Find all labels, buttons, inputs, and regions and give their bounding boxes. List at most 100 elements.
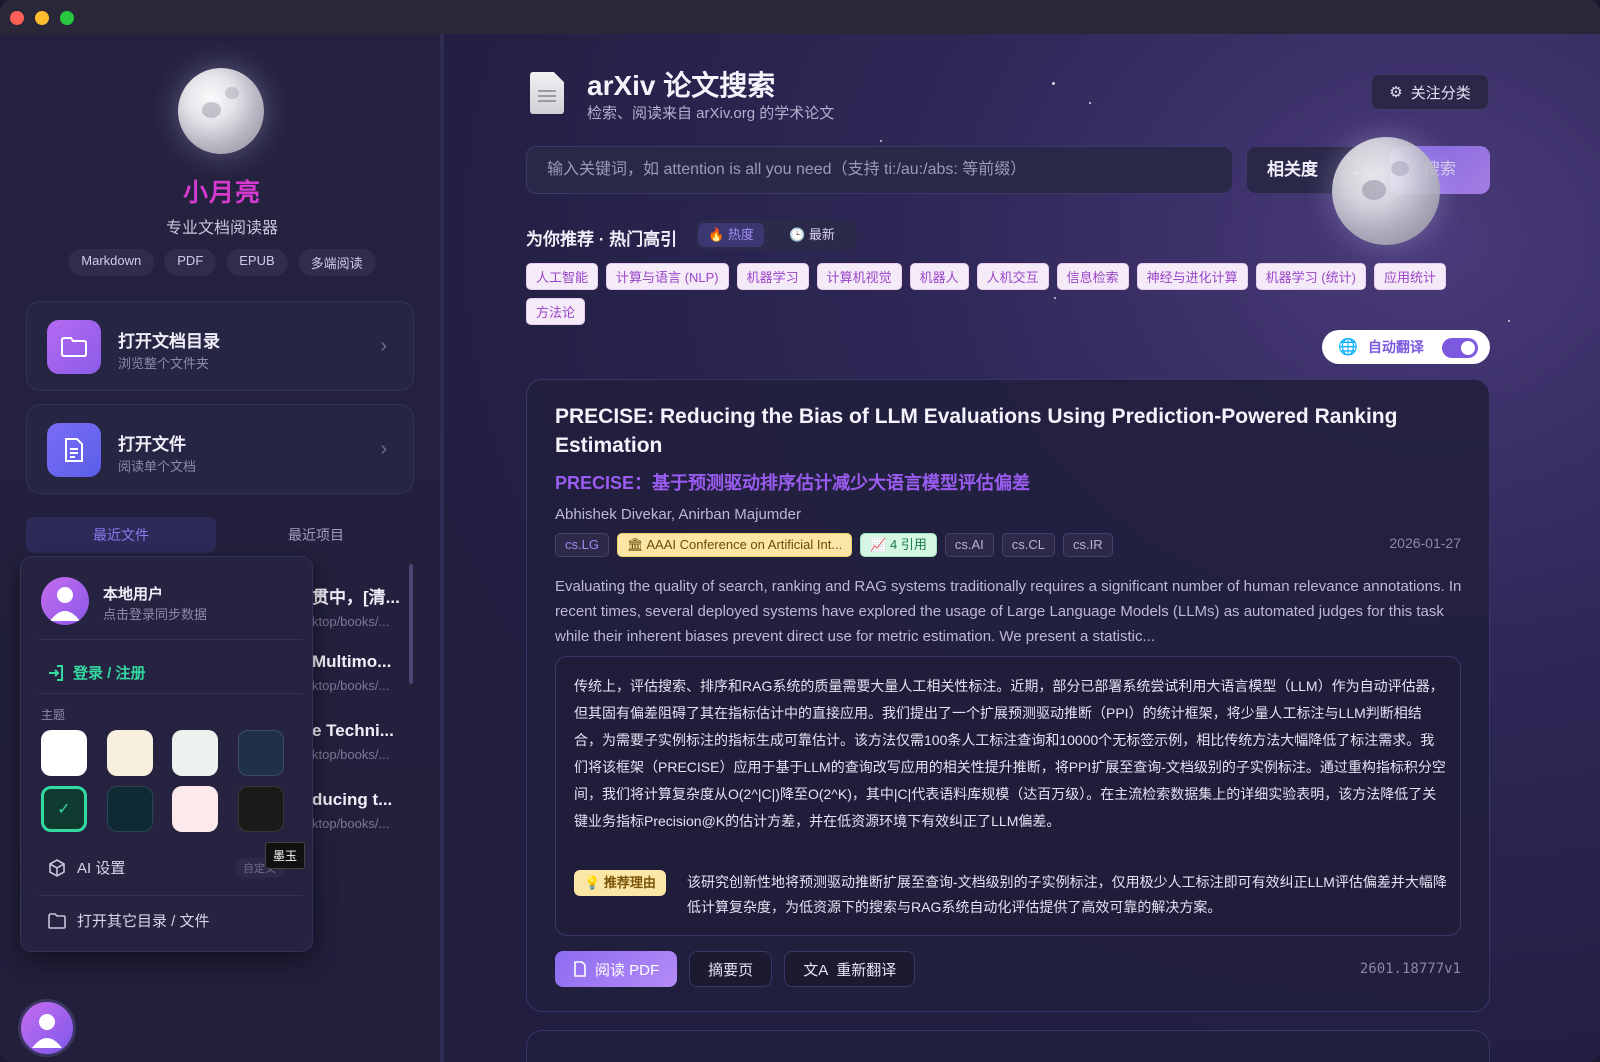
category-tag[interactable]: 机器学习 bbox=[736, 263, 809, 290]
tab-recent-files[interactable]: 最近文件 bbox=[26, 517, 216, 553]
venue-label: AAAI Conference on Artificial Int... bbox=[646, 537, 843, 552]
read-pdf-button[interactable]: 阅读 PDF bbox=[555, 951, 678, 987]
read-pdf-label: 阅读 PDF bbox=[595, 961, 660, 979]
theme-swatch[interactable] bbox=[238, 730, 284, 776]
paper-title[interactable]: PRECISE: Reducing the Bias of LLM Evalua… bbox=[555, 402, 1455, 460]
category-tag[interactable]: 方法论 bbox=[526, 298, 586, 325]
theme-tooltip: 墨玉 bbox=[265, 842, 306, 869]
theme-swatch-selected[interactable]: ✓ bbox=[41, 786, 87, 832]
recent-file-item[interactable]: e Techni... ktop/books/... bbox=[312, 721, 412, 762]
abstract-page-label: 摘要页 bbox=[708, 961, 754, 979]
close-window-button[interactable] bbox=[10, 11, 24, 25]
recent-file-path: ktop/books/... bbox=[312, 816, 390, 831]
ai-settings-label: AI 设置 bbox=[77, 860, 126, 877]
star bbox=[1508, 320, 1510, 322]
gear-icon: ⚙ bbox=[1389, 84, 1403, 101]
toggle-switch[interactable] bbox=[1442, 338, 1478, 358]
follow-categories-label: 关注分类 bbox=[1410, 84, 1471, 102]
paper-abstract: Evaluating the quality of search, rankin… bbox=[555, 578, 1462, 645]
open-file-title: 打开文件 bbox=[118, 435, 186, 454]
user-menu-popup: 本地用户 点击登录同步数据 登录 / 注册 主题 ✓ AI 设置 自定义 打开其… bbox=[20, 556, 313, 952]
folder-icon bbox=[47, 320, 101, 374]
category-tag[interactable]: 计算与语言 (NLP) bbox=[606, 263, 729, 290]
category-tag[interactable]: 计算机视觉 bbox=[816, 263, 902, 290]
auto-translate-toggle[interactable]: 🌐 自动翻译 bbox=[1322, 330, 1490, 364]
recent-file-title: ducing t... bbox=[312, 790, 393, 809]
username: 本地用户 bbox=[103, 586, 164, 603]
category-tags: 人工智能 计算与语言 (NLP) 机器学习 计算机视觉 机器人 人机交互 信息检… bbox=[526, 263, 1486, 325]
theme-swatch[interactable] bbox=[41, 730, 87, 776]
citation-label: 4 引用 bbox=[890, 537, 927, 552]
login-button[interactable]: 登录 / 注册 bbox=[47, 662, 146, 683]
open-directory-card[interactable]: 打开文档目录 浏览整个文件夹 › bbox=[26, 301, 414, 391]
category-tag[interactable]: 人机交互 bbox=[976, 263, 1049, 290]
recommend-title: 为你推荐 · 热门高引 bbox=[526, 230, 678, 249]
ai-settings-button[interactable]: AI 设置 bbox=[47, 857, 125, 878]
open-other-button[interactable]: 打开其它目录 / 文件 bbox=[47, 910, 210, 931]
retranslate-button[interactable]: 文A 重新翻译 bbox=[784, 951, 916, 987]
paper-card: PRECISE: Reducing the Bias of LLM Evalua… bbox=[526, 379, 1490, 1012]
brand-name: 小月亮 bbox=[182, 179, 261, 207]
theme-swatch[interactable] bbox=[172, 730, 218, 776]
theme-swatch[interactable] bbox=[238, 786, 284, 832]
open-file-subtitle: 阅读单个文档 bbox=[118, 459, 197, 474]
cube-icon bbox=[49, 858, 65, 877]
moon-decoration bbox=[1332, 137, 1440, 245]
toggle-new[interactable]: 🕒 最新 bbox=[779, 223, 845, 247]
category-tag[interactable]: 人工智能 bbox=[526, 263, 599, 290]
category-tag[interactable]: 神经与进化计算 bbox=[1136, 263, 1248, 290]
category-tag[interactable]: 机器学习 (统计) bbox=[1255, 263, 1366, 290]
recent-file-title: e Techni... bbox=[312, 721, 394, 740]
toggle-new-label: 最新 bbox=[808, 227, 835, 242]
recent-file-title: Multimo... bbox=[312, 652, 392, 671]
category-tag[interactable]: 应用统计 bbox=[1373, 263, 1446, 290]
title-bar bbox=[0, 0, 1600, 34]
format-badge: EPUB bbox=[226, 249, 288, 276]
recent-file-item[interactable]: ducing t... ktop/books/... bbox=[312, 790, 412, 831]
toggle-hot[interactable]: 🔥 热度 bbox=[698, 223, 764, 247]
moon-logo bbox=[178, 68, 264, 154]
recent-tabs: 最近文件 最近项目 bbox=[26, 517, 414, 553]
category-tag[interactable]: 信息检索 bbox=[1056, 263, 1129, 290]
primary-category-badge: cs.LG bbox=[555, 533, 609, 557]
recent-file-path: ktop/books/... bbox=[312, 747, 390, 762]
recent-file-title: 贯中，[清... bbox=[312, 588, 400, 607]
star bbox=[1089, 102, 1091, 104]
account-avatar-button[interactable] bbox=[18, 999, 76, 1057]
theme-swatch[interactable] bbox=[172, 786, 218, 832]
recent-list-scrollbar[interactable] bbox=[409, 564, 413, 684]
star bbox=[1052, 82, 1055, 85]
open-file-card[interactable]: 打开文件 阅读单个文档 › bbox=[26, 404, 414, 494]
zoom-window-button[interactable] bbox=[60, 11, 74, 25]
format-badge: PDF bbox=[164, 249, 217, 276]
recent-file-path: ktop/books/... bbox=[312, 678, 390, 693]
tab-recent-projects[interactable]: 最近项目 bbox=[221, 517, 411, 553]
recent-file-item[interactable]: 贯中，[清... ktop/books/... bbox=[312, 583, 412, 629]
category-tag[interactable]: 机器人 bbox=[909, 263, 969, 290]
divider bbox=[39, 895, 303, 896]
open-other-label: 打开其它目录 / 文件 bbox=[77, 913, 210, 930]
paper-authors: Abhishek Divekar, Anirban Majumder bbox=[555, 506, 801, 523]
chevron-right-icon: › bbox=[380, 335, 387, 357]
search-input[interactable]: 输入关键词，如 attention is all you need（支持 ti:… bbox=[526, 146, 1233, 194]
app-window: 小月亮 专业文档阅读器 Markdown PDF EPUB 多端阅读 打开文档目… bbox=[0, 0, 1600, 1062]
follow-categories-button[interactable]: ⚙ 关注分类 bbox=[1371, 74, 1489, 110]
abstract-page-button[interactable]: 摘要页 bbox=[689, 951, 773, 987]
folder-icon bbox=[48, 912, 66, 929]
recent-file-item[interactable]: Multimo... ktop/books/... bbox=[312, 652, 412, 693]
user-avatar-icon bbox=[41, 577, 89, 625]
login-label: 登录 / 注册 bbox=[73, 665, 146, 682]
theme-swatch[interactable] bbox=[107, 786, 153, 832]
reason-label: 推荐理由 bbox=[603, 875, 656, 890]
arxiv-id: 2601.18777v1 bbox=[1359, 961, 1461, 977]
retranslate-label: 重新翻译 bbox=[836, 961, 897, 979]
building-icon: 🏛 bbox=[626, 537, 647, 552]
category-badge: cs.IR bbox=[1063, 533, 1113, 557]
user-subtitle: 点击登录同步数据 bbox=[103, 607, 208, 622]
translate-icon: 文A bbox=[803, 961, 829, 979]
theme-swatch[interactable] bbox=[107, 730, 153, 776]
sidebar: 小月亮 专业文档阅读器 Markdown PDF EPUB 多端阅读 打开文档目… bbox=[0, 34, 444, 1062]
page-title: arXiv 论文搜索 bbox=[587, 70, 776, 101]
auto-translate-label: 自动翻译 bbox=[1367, 339, 1424, 355]
minimize-window-button[interactable] bbox=[35, 11, 49, 25]
